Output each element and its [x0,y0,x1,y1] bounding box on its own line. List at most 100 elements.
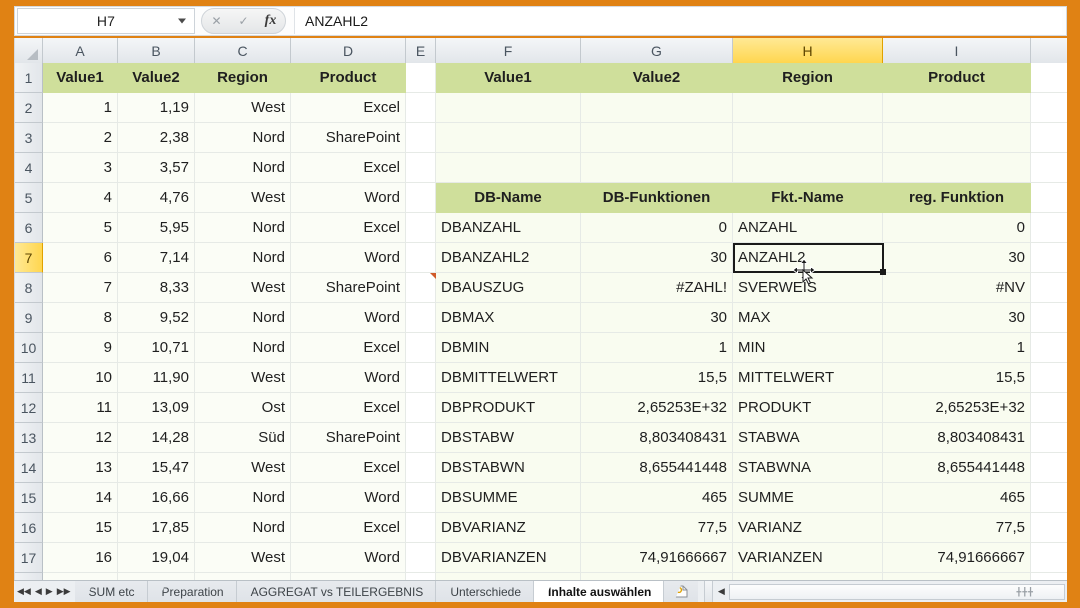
scroll-track[interactable]: ╋╋╋ [729,583,1065,600]
left-cell-A7[interactable]: 6 [43,243,118,273]
cell-E18[interactable] [406,573,436,580]
left-cell-B10[interactable]: 10,71 [118,333,195,363]
fn-regvalue-12[interactable]: 2,65253E+32 [883,393,1031,423]
fn-regvalue-6[interactable]: 0 [883,213,1031,243]
row-header-9[interactable]: 9 [15,303,43,333]
left-cell-A4[interactable]: 3 [43,153,118,183]
fn-dbvalue-8[interactable]: #ZAHL! [581,273,733,303]
cell-E9[interactable] [406,303,436,333]
functions-header-I[interactable]: reg. Funktion [883,183,1031,213]
cell-J15[interactable] [1031,483,1067,513]
cell-E17[interactable] [406,543,436,573]
left-cell-B8[interactable]: 8,33 [118,273,195,303]
column-header-j[interactable] [1031,38,1067,63]
criteria-header-I[interactable]: Product [883,63,1031,93]
fn-regvalue-13[interactable]: 8,803408431 [883,423,1031,453]
functions-header-H[interactable]: Fkt.-Name [733,183,883,213]
fn-regvalue-8[interactable]: #NV [883,273,1031,303]
cell-F2[interactable] [436,93,581,123]
fn-regvalue-15[interactable]: 465 [883,483,1031,513]
row-header-7[interactable]: 7 [15,243,43,273]
cell-E5[interactable] [406,183,436,213]
row-header-13[interactable]: 13 [15,423,43,453]
column-header-i[interactable]: I [883,38,1031,63]
left-cell-D10[interactable]: Excel [291,333,406,363]
left-cell-B13[interactable]: 14,28 [118,423,195,453]
fn-dbvalue-9[interactable]: 30 [581,303,733,333]
cell-J5[interactable] [1031,183,1067,213]
left-cell-A14[interactable]: 13 [43,453,118,483]
left-cell-B14[interactable]: 15,47 [118,453,195,483]
left-cell-A18[interactable]: 17 [43,573,118,580]
cell-I4[interactable] [883,153,1031,183]
left-table-header-D[interactable]: Product [291,63,406,93]
fn-dbname-17[interactable]: DBVARIANZEN [436,543,581,573]
left-cell-C16[interactable]: Nord [195,513,291,543]
left-cell-A6[interactable]: 5 [43,213,118,243]
fn-dbname-13[interactable]: DBSTABW [436,423,581,453]
left-cell-B17[interactable]: 19,04 [118,543,195,573]
row-header-12[interactable]: 12 [15,393,43,423]
left-cell-A8[interactable]: 7 [43,273,118,303]
left-cell-D4[interactable]: Excel [291,153,406,183]
split-handle[interactable] [704,581,714,602]
fn-dbvalue-17[interactable]: 74,91666667 [581,543,733,573]
left-cell-C13[interactable]: Süd [195,423,291,453]
left-cell-D12[interactable]: Excel [291,393,406,423]
sheet-tab-4[interactable]: Unterschiede [436,581,535,602]
cell-E1[interactable] [406,63,436,93]
left-cell-C15[interactable]: Nord [195,483,291,513]
left-cell-A3[interactable]: 2 [43,123,118,153]
left-cell-C5[interactable]: West [195,183,291,213]
sheet-tab-2[interactable]: Preparation [147,581,237,602]
cell-E13[interactable] [406,423,436,453]
left-cell-C17[interactable]: West [195,543,291,573]
fn-name-6[interactable]: ANZAHL [733,213,883,243]
cell-J18[interactable] [1031,573,1067,580]
fn-dbname-12[interactable]: DBPRODUKT [436,393,581,423]
fn-dbvalue-12[interactable]: 2,65253E+32 [581,393,733,423]
close-icon[interactable]: ✕ [208,13,225,30]
cell-E2[interactable] [406,93,436,123]
left-cell-C7[interactable]: Nord [195,243,291,273]
left-cell-D6[interactable]: Excel [291,213,406,243]
left-cell-A10[interactable]: 9 [43,333,118,363]
fn-regvalue-14[interactable]: 8,655441448 [883,453,1031,483]
column-header-h[interactable]: H [733,38,883,63]
left-cell-A2[interactable]: 1 [43,93,118,123]
left-cell-A5[interactable]: 4 [43,183,118,213]
cell-H18[interactable] [733,573,883,580]
fn-dbname-8[interactable]: DBAUSZUG [436,273,581,303]
left-cell-C4[interactable]: Nord [195,153,291,183]
fn-dbname-10[interactable]: DBMIN [436,333,581,363]
left-cell-D17[interactable]: Word [291,543,406,573]
left-table-header-A[interactable]: Value1 [43,63,118,93]
cell-I3[interactable] [883,123,1031,153]
left-cell-D9[interactable]: Word [291,303,406,333]
fn-dbvalue-13[interactable]: 8,803408431 [581,423,733,453]
column-header-g[interactable]: G [581,38,733,63]
row-header-2[interactable]: 2 [15,93,43,123]
column-header-a[interactable]: A [43,38,118,63]
cell-J13[interactable] [1031,423,1067,453]
left-cell-B15[interactable]: 16,66 [118,483,195,513]
column-header-e[interactable]: E [406,38,436,63]
check-icon[interactable]: ✓ [235,13,252,30]
sheet-tab-3[interactable]: AGGREGAT vs TEILERGEBNIS [236,581,437,602]
left-cell-D3[interactable]: SharePoint [291,123,406,153]
left-cell-A12[interactable]: 11 [43,393,118,423]
fn-dbname-14[interactable]: DBSTABWN [436,453,581,483]
left-cell-C9[interactable]: Nord [195,303,291,333]
left-cell-A16[interactable]: 15 [43,513,118,543]
left-cell-B2[interactable]: 1,19 [118,93,195,123]
cell-J4[interactable] [1031,153,1067,183]
column-header-b[interactable]: B [118,38,195,63]
fn-dbvalue-6[interactable]: 0 [581,213,733,243]
horizontal-scrollbar[interactable]: ◀ ╋╋╋ [713,581,1067,602]
left-cell-D5[interactable]: Word [291,183,406,213]
cell-J3[interactable] [1031,123,1067,153]
left-cell-D7[interactable]: Word [291,243,406,273]
last-sheet-icon[interactable]: ▶▶ [57,587,71,596]
cell-H4[interactable] [733,153,883,183]
fn-name-13[interactable]: STABWA [733,423,883,453]
